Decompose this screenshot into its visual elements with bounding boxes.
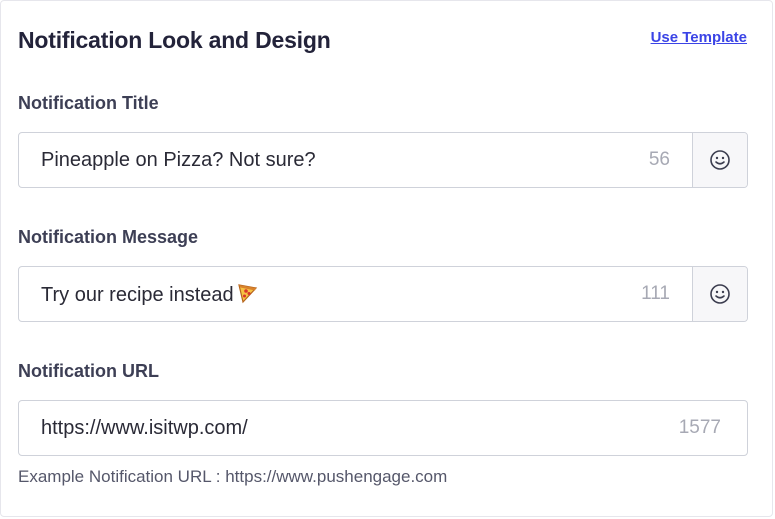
page-title: Notification Look and Design — [18, 27, 331, 53]
pizza-emoji-icon — [237, 283, 257, 303]
notification-message-label: Notification Message — [18, 227, 199, 247]
url-char-counter: 1577 — [678, 417, 721, 438]
title-emoji-button[interactable] — [692, 133, 747, 187]
notification-url-field: https://www.isitwp.com/ 1577 — [18, 400, 748, 456]
notification-title-input[interactable]: Pineapple on Pizza? Not sure? 56 — [19, 133, 692, 187]
notification-title-field: Pineapple on Pizza? Not sure? 56 — [18, 132, 748, 188]
notification-message-value: Try our recipe instead — [41, 283, 234, 306]
smiley-icon — [710, 284, 730, 304]
url-example-hint: Example Notification URL : https://www.p… — [18, 467, 448, 486]
title-char-counter: 56 — [648, 149, 670, 170]
notification-title-value: Pineapple on Pizza? Not sure? — [41, 148, 316, 171]
smiley-icon — [710, 150, 730, 170]
notification-url-label: Notification URL — [18, 361, 159, 381]
use-template-link[interactable]: Use Template — [651, 23, 747, 53]
notification-url-value: https://www.isitwp.com/ — [41, 416, 248, 439]
message-char-counter: 111 — [641, 283, 670, 304]
panel-header: Notification Look and Design Use Templat… — [18, 23, 747, 57]
notification-design-panel: Notification Look and Design Use Templat… — [0, 0, 773, 517]
message-emoji-button[interactable] — [692, 267, 747, 321]
notification-title-label: Notification Title — [18, 93, 159, 113]
notification-url-input[interactable]: https://www.isitwp.com/ 1577 — [19, 401, 747, 455]
notification-message-content: Try our recipe instead — [41, 282, 631, 307]
notification-message-field: Try our recipe instead 111 — [18, 266, 748, 322]
notification-message-input[interactable]: Try our recipe instead 111 — [19, 267, 692, 321]
